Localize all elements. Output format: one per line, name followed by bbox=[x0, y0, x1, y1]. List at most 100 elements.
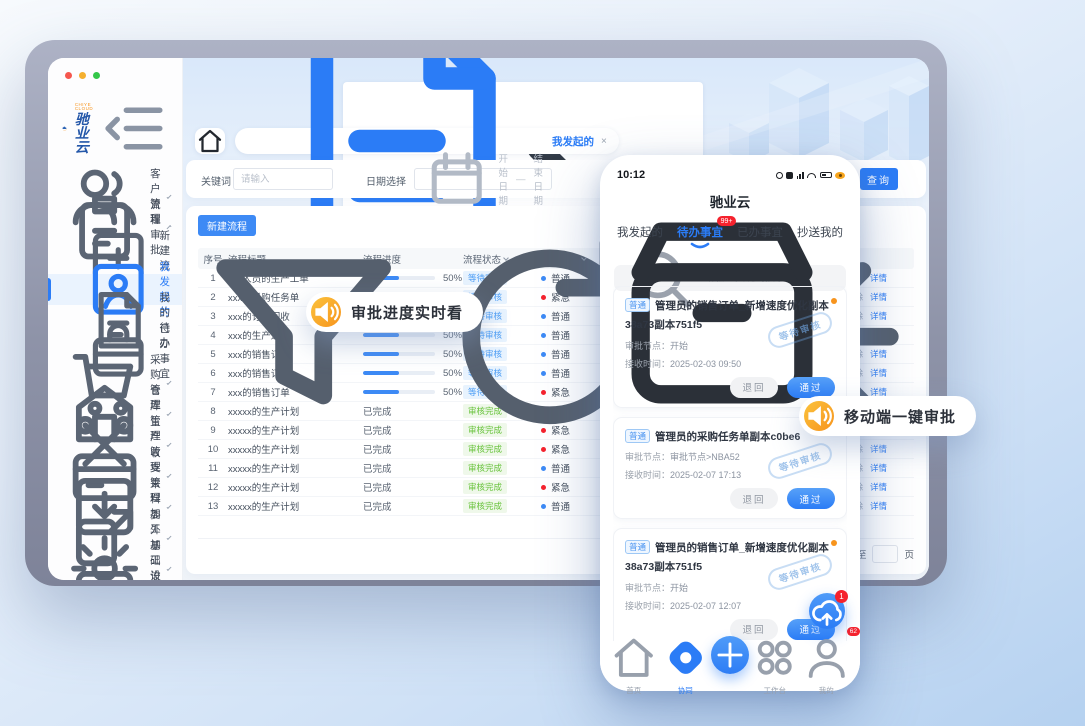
card-title: 管理员的采购任务单副本c0be6 bbox=[655, 431, 800, 443]
callout-approval-progress: 审批进度实时看 bbox=[306, 292, 483, 332]
time-value: 2025-02-07 17:13 bbox=[670, 470, 741, 480]
phone-nav-item[interactable]: 我的 62 bbox=[801, 632, 853, 697]
phone-nav-label: 工作台 bbox=[764, 685, 787, 696]
card-actions: 退回 通过 bbox=[625, 488, 835, 509]
urgency-label: 普通 bbox=[551, 499, 570, 513]
phone-tab[interactable]: 抄送我的 bbox=[797, 224, 843, 252]
unread-dot bbox=[831, 298, 837, 304]
phone-tab[interactable]: 待办事宜 99+ bbox=[677, 224, 723, 252]
home-tab-button[interactable] bbox=[195, 128, 225, 154]
cloud-upload-fab[interactable]: 1 bbox=[809, 593, 845, 629]
return-button[interactable]: 退回 bbox=[730, 488, 778, 509]
row-index: 11 bbox=[198, 463, 228, 474]
time-label: 接收时间： bbox=[625, 470, 670, 480]
row-index: 12 bbox=[198, 482, 228, 493]
tab-row: 我发起的 × bbox=[195, 128, 619, 154]
page-jump-input[interactable] bbox=[872, 545, 898, 563]
approve-button[interactable]: 通过 bbox=[787, 377, 835, 398]
status-time: 10:12 bbox=[617, 169, 645, 181]
wifi-icon bbox=[807, 173, 816, 178]
chevron-icon bbox=[166, 504, 171, 509]
card-priority-tag: 普通 bbox=[625, 298, 650, 312]
process-title: xxxxx的生产计划 bbox=[228, 499, 363, 513]
sidebar-item-label: 流程审批 bbox=[150, 569, 161, 580]
status-badge: 审核完成 bbox=[463, 461, 507, 475]
battery-icon bbox=[820, 172, 832, 178]
date-end-placeholder: 结束日期 bbox=[533, 151, 543, 207]
fab-badge: 1 bbox=[835, 590, 848, 603]
callout-mobile-approval: 移动端一键审批 bbox=[799, 396, 976, 436]
keyword-label: 关键词 bbox=[201, 173, 231, 188]
detail-link[interactable]: 详情 bbox=[870, 462, 887, 474]
progress-text: 已完成 bbox=[363, 499, 392, 513]
urgency-label: 普通 bbox=[551, 461, 570, 475]
approval-card[interactable]: 普通管理员的销售订单_新增速度优化副本38a73副本751f5 等待审核 审批节… bbox=[613, 286, 847, 408]
phone-nav-label: 协同 bbox=[678, 685, 693, 696]
card-time-row: 接收时间：2025-02-07 12:07 bbox=[625, 599, 835, 612]
time-label: 接收时间： bbox=[625, 601, 670, 611]
time-value: 2025-02-03 09:50 bbox=[670, 359, 741, 369]
node-label: 审批节点： bbox=[625, 452, 670, 462]
progress-text: 已完成 bbox=[363, 461, 392, 475]
minimize-window-button[interactable] bbox=[79, 72, 86, 79]
time-value: 2025-02-07 12:07 bbox=[670, 601, 741, 611]
phone-nav-icon bbox=[660, 632, 712, 684]
chevron-icon bbox=[166, 411, 171, 416]
detail-link[interactable]: 详情 bbox=[870, 481, 887, 493]
keyword-input[interactable] bbox=[233, 168, 333, 190]
date-range-picker[interactable]: 开始日期 — 结束日期 bbox=[414, 168, 552, 190]
phone-tab[interactable]: 我发起的 bbox=[617, 224, 663, 252]
phone-nav-label: 首页 bbox=[626, 685, 641, 696]
card-time-row: 接收时间：2025-02-03 09:50 bbox=[625, 357, 835, 370]
return-button[interactable]: 退回 bbox=[730, 377, 778, 398]
phone-nav-item[interactable]: 协同 bbox=[660, 632, 712, 697]
chevron-icon bbox=[166, 442, 171, 447]
urgency-dot bbox=[541, 504, 546, 509]
page-background: CHIYE CLOUD 驰业云 客户管理 bbox=[0, 0, 1085, 726]
card-actions: 退回 通过 bbox=[625, 377, 835, 398]
home-icon bbox=[195, 126, 225, 156]
chevron-icon bbox=[166, 535, 171, 540]
tab-close-icon[interactable]: × bbox=[601, 136, 607, 147]
phone-tab-badge: 99+ bbox=[717, 216, 736, 226]
node-label: 审批节点： bbox=[625, 341, 670, 351]
sidebar-collapse-icon[interactable] bbox=[99, 92, 172, 165]
filter-icon[interactable] bbox=[186, 219, 421, 454]
close-window-button[interactable] bbox=[65, 72, 72, 79]
unread-dot bbox=[831, 540, 837, 546]
process-progress: 已完成 bbox=[363, 461, 463, 475]
phone-tab-label: 待办事宜 bbox=[677, 224, 723, 240]
brand-cloud-icon bbox=[62, 119, 69, 138]
process-title: xxxxx的生产计划 bbox=[228, 480, 363, 494]
tab-label: 我发起的 bbox=[552, 134, 594, 149]
process-progress: 已完成 bbox=[363, 480, 463, 494]
phone-nav-item[interactable]: 工作台 bbox=[749, 632, 801, 697]
phone-status-bar: 10:12 bbox=[617, 168, 845, 182]
process-progress: 已完成 bbox=[363, 499, 463, 513]
phone-nav-badge: 62 bbox=[847, 627, 860, 636]
date-start-placeholder: 开始日期 bbox=[498, 151, 508, 207]
maximize-window-button[interactable] bbox=[93, 72, 100, 79]
chevron-icon bbox=[166, 194, 171, 199]
phone-nav-item[interactable] bbox=[711, 644, 749, 684]
node-value: 审批节点>NBA52 bbox=[670, 452, 740, 462]
node-value: 开始 bbox=[670, 583, 688, 593]
window-traffic-lights[interactable] bbox=[65, 72, 100, 79]
detail-link[interactable]: 详情 bbox=[870, 500, 887, 512]
sidebar-nav: 客户管理 流程审批 新建流程 bbox=[48, 181, 182, 580]
signal-icon bbox=[797, 172, 804, 179]
phone-tab-label: 抄送我的 bbox=[797, 224, 843, 240]
card-node-row: 审批节点：开始 bbox=[625, 581, 835, 594]
active-tab-underline bbox=[690, 240, 710, 252]
approve-button[interactable]: 通过 bbox=[787, 488, 835, 509]
phone-tab[interactable]: 已办事宜 bbox=[737, 224, 783, 252]
phone-nav-icon bbox=[801, 632, 853, 684]
sidebar-item-icon bbox=[66, 561, 143, 580]
phone-tab-label: 已办事宜 bbox=[737, 224, 783, 240]
time-label: 接收时间： bbox=[625, 359, 670, 369]
urgency-label: 紧急 bbox=[551, 480, 570, 494]
row-index: 13 bbox=[198, 501, 228, 512]
eye-protect-icon bbox=[835, 172, 845, 179]
phone-nav-item[interactable]: 首页 bbox=[608, 632, 660, 697]
node-label: 审批节点： bbox=[625, 583, 670, 593]
